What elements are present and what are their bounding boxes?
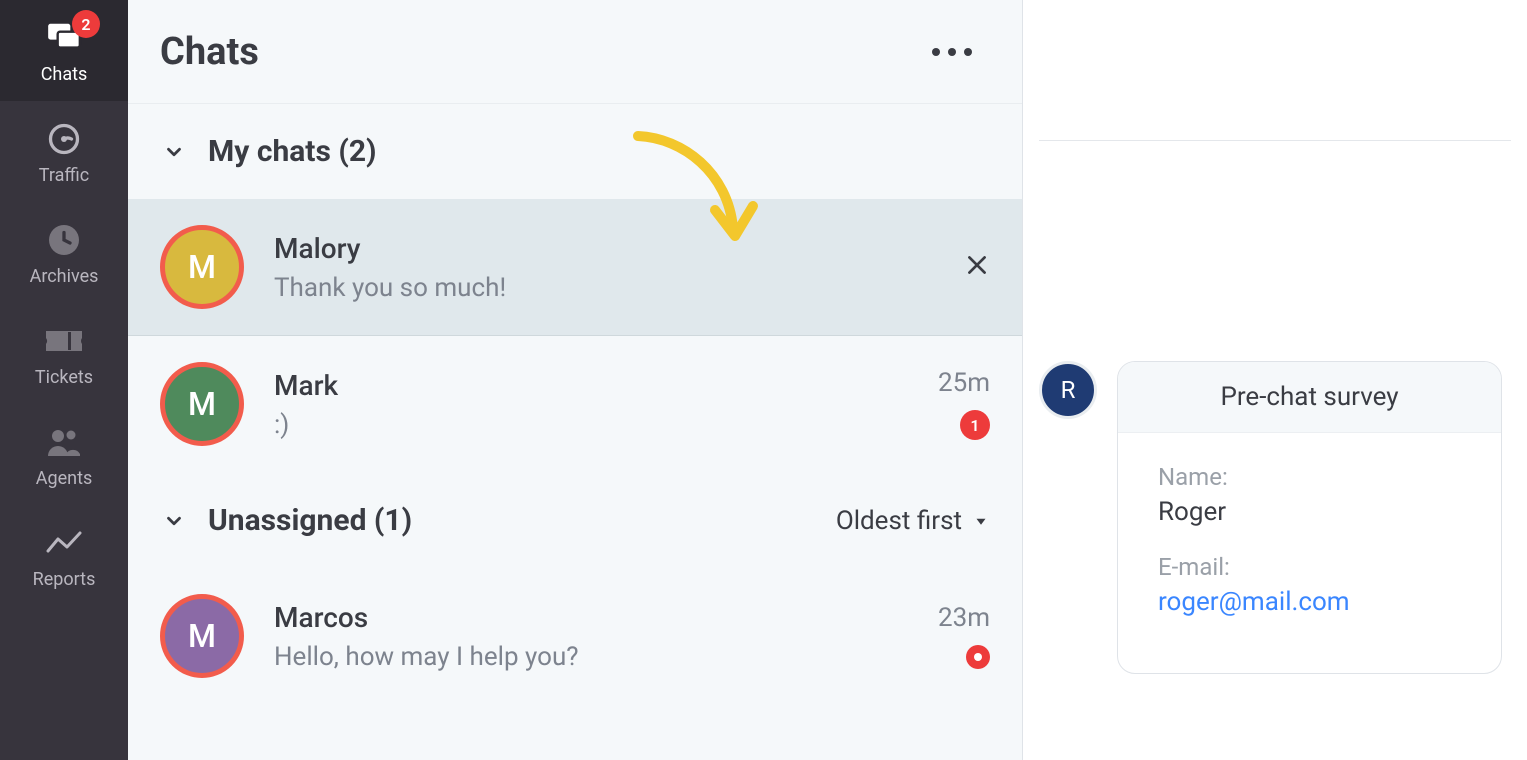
chevron-down-icon <box>160 507 188 535</box>
sidebar-item-reports[interactable]: Reports <box>0 505 128 606</box>
field-label-name: Name: <box>1158 463 1461 491</box>
section-my-chats[interactable]: My chats (2) <box>128 104 1022 199</box>
field-value-email[interactable]: roger@mail.com <box>1158 587 1461 617</box>
sidebar-item-chats[interactable]: Chats 2 <box>0 0 128 101</box>
chat-meta: 23m <box>938 603 990 669</box>
clock-icon <box>44 220 84 260</box>
chat-time: 25m <box>938 368 990 398</box>
chat-item-mark[interactable]: M Mark :) 25m 1 <box>128 336 1022 473</box>
survey-row: R Pre-chat survey Name: Roger E-mail: ro… <box>1039 361 1511 674</box>
unread-dot <box>966 645 990 669</box>
more-options-button[interactable] <box>922 38 982 66</box>
sidebar-item-label: Archives <box>30 266 99 287</box>
section-title: My chats (2) <box>208 134 377 169</box>
page-title: Chats <box>160 30 259 74</box>
chat-text: Malory Thank you so much! <box>274 232 934 303</box>
field-value-name: Roger <box>1158 497 1461 527</box>
field-label-email: E-mail: <box>1158 553 1461 581</box>
chat-item-marcos[interactable]: M Marcos Hello, how may I help you? 23m <box>128 568 1022 705</box>
chart-line-icon <box>44 523 84 563</box>
right-panel: R Pre-chat survey Name: Roger E-mail: ro… <box>1023 0 1527 760</box>
sidebar-item-archives[interactable]: Archives <box>0 202 128 303</box>
chat-text: Marcos Hello, how may I help you? <box>274 601 908 672</box>
sort-dropdown[interactable]: Oldest first <box>836 506 990 536</box>
chat-item-malory[interactable]: M Malory Thank you so much! <box>128 199 1022 336</box>
chat-preview: Hello, how may I help you? <box>274 642 908 672</box>
chat-name: Mark <box>274 369 908 402</box>
sidebar-item-label: Agents <box>36 468 93 489</box>
pre-chat-survey-card: Pre-chat survey Name: Roger E-mail: roge… <box>1117 361 1502 674</box>
sidebar-item-label: Tickets <box>35 367 93 388</box>
chat-preview: :) <box>274 410 908 440</box>
avatar: R <box>1039 361 1097 419</box>
sidebar: Chats 2 Traffic Archives Tic <box>0 0 128 760</box>
sidebar-item-label: Reports <box>33 569 96 590</box>
section-title: Unassigned (1) <box>208 503 412 538</box>
chat-list-panel: Chats My chats (2) M Malory Thank you so… <box>128 0 1023 760</box>
caret-down-icon <box>972 512 990 530</box>
traffic-icon <box>44 119 84 159</box>
sidebar-item-tickets[interactable]: Tickets <box>0 303 128 404</box>
divider <box>1039 140 1511 141</box>
card-title: Pre-chat survey <box>1118 362 1501 433</box>
sidebar-item-traffic[interactable]: Traffic <box>0 101 128 202</box>
chat-text: Mark :) <box>274 369 908 440</box>
chat-meta: 25m 1 <box>938 368 990 440</box>
section-unassigned[interactable]: Unassigned (1) Oldest first <box>128 473 1022 568</box>
agents-icon <box>44 422 84 462</box>
avatar: M <box>160 594 244 678</box>
chat-name: Malory <box>274 232 934 265</box>
avatar: M <box>160 362 244 446</box>
chat-name: Marcos <box>274 601 908 634</box>
card-body: Name: Roger E-mail: roger@mail.com <box>1118 433 1501 673</box>
sort-label: Oldest first <box>836 506 962 536</box>
chat-list-header: Chats <box>128 0 1022 104</box>
chat-preview: Thank you so much! <box>274 273 934 303</box>
chat-meta <box>964 252 990 282</box>
sidebar-item-label: Traffic <box>39 165 89 186</box>
chevron-down-icon <box>160 138 188 166</box>
unread-badge: 1 <box>960 410 990 440</box>
avatar: M <box>160 225 244 309</box>
sidebar-badge: 2 <box>72 10 100 38</box>
chat-time: 23m <box>938 603 990 633</box>
close-icon[interactable] <box>964 252 990 282</box>
sidebar-item-label: Chats <box>41 64 88 85</box>
ticket-icon <box>44 321 84 361</box>
sidebar-item-agents[interactable]: Agents <box>0 404 128 505</box>
